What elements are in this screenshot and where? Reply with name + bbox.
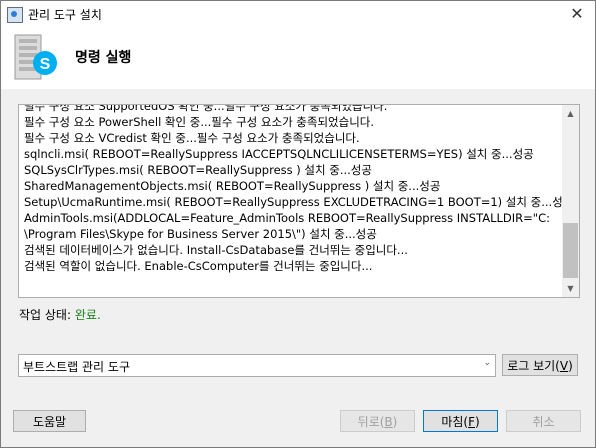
status-label: 작업 상태: — [19, 308, 72, 322]
log-line: SharedManagementObjects.msi( REBOOT=Real… — [24, 179, 441, 193]
chevron-down-icon: ⌄ — [483, 358, 491, 368]
view-log-button[interactable]: 로그 보기(V) — [502, 354, 578, 376]
log-line: 검색된 데이터베이스가 없습니다. Install-CsDatabase를 건너… — [24, 243, 408, 257]
skype-server-icon: S — [14, 34, 57, 80]
close-button[interactable]: ✕ — [559, 1, 595, 29]
log-scrollbar[interactable]: ▲ ▼ — [562, 105, 579, 297]
log-line: SQLSysClrTypes.msi( REBOOT=ReallySuppres… — [24, 163, 372, 177]
log-line: Setup\UcmaRuntime.msi( REBOOT=ReallySupp… — [24, 195, 574, 209]
log-text: 필수 구성 요소 SupportedOS 확인 중...필수 구성 요소가 충족… — [24, 104, 574, 274]
dropdown-selected: 부트스트랩 관리 도구 — [23, 360, 130, 374]
log-line: 필수 구성 요소 PowerShell 확인 중...필수 구성 요소가 충족되… — [24, 115, 375, 129]
page-title: 명령 실행 — [75, 50, 132, 66]
status-value: 완료. — [74, 308, 101, 322]
log-line: 필수 구성 요소 VCredist 확인 중...필수 구성 요소가 충족되었습… — [24, 131, 360, 145]
log-select-dropdown[interactable]: 부트스트랩 관리 도구 ⌄ — [18, 354, 496, 377]
app-icon — [7, 7, 23, 23]
scroll-thumb[interactable] — [563, 223, 578, 278]
finish-button[interactable]: 마침(F) — [423, 410, 498, 432]
command-log[interactable]: 필수 구성 요소 SupportedOS 확인 중...필수 구성 요소가 충족… — [18, 104, 580, 298]
window-title: 관리 도구 설치 — [28, 8, 102, 22]
scroll-up-icon[interactable]: ▲ — [562, 105, 579, 122]
cancel-button[interactable]: 취소 — [506, 410, 581, 432]
svg-text:S: S — [40, 56, 51, 73]
header-banner: S 명령 실행 — [1, 29, 595, 89]
title-bar: 관리 도구 설치 ✕ — [1, 1, 595, 29]
back-button[interactable]: 뒤로(B) — [340, 410, 415, 432]
close-icon: ✕ — [570, 4, 584, 23]
log-line: 검색된 역할이 없습니다. Enable-CsComputer를 건너뛰는 중입… — [24, 259, 373, 273]
log-line: AdminTools.msi(ADDLOCAL=Feature_AdminToo… — [24, 211, 550, 225]
log-line: 필수 구성 요소 SupportedOS 확인 중...필수 구성 요소가 충족… — [24, 104, 388, 113]
scroll-down-icon[interactable]: ▼ — [562, 280, 579, 297]
installer-window: 관리 도구 설치 ✕ S 명령 실행 필수 구성 요소 SupportedOS … — [0, 0, 596, 448]
log-line: \Program Files\Skype for Business Server… — [24, 227, 377, 241]
log-line: sqlncli.msi( REBOOT=ReallySuppress IACCE… — [24, 147, 534, 161]
task-status: 작업 상태: 완료. — [19, 306, 101, 323]
help-button[interactable]: 도움말 — [13, 410, 86, 432]
